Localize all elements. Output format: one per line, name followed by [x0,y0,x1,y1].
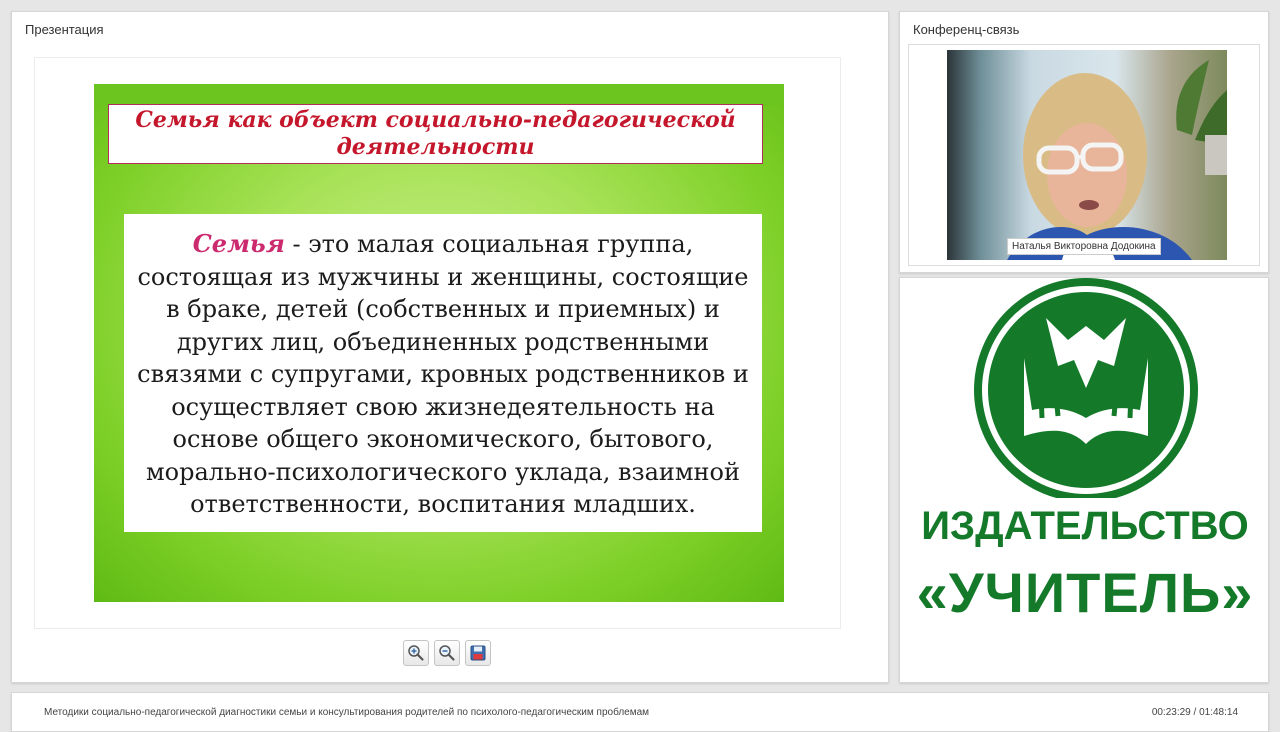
presentation-panel-title: Презентация [25,22,104,37]
participant-name-label: Наталья Викторовна Додокина [1007,238,1161,255]
publisher-logo-panel: ИЗДАТЕЛЬСТВО «УЧИТЕЛЬ» [899,277,1269,683]
conference-panel: Конференц-связь Наталья Викторовна Додок… [899,11,1269,273]
footer-bar: Методики социально-педагогической диагно… [11,692,1269,732]
slide-definition-box: Семья - это малая социальная группа, сос… [124,214,762,532]
conference-panel-title: Конференц-связь [913,22,1020,37]
save-icon [470,645,486,661]
zoom-in-icon [408,645,424,661]
playback-time: 00:23:29 / 01:48:14 [1151,707,1238,718]
slide-title: Семья как объект социально-педагогическо… [108,104,763,164]
slide-top-bar [94,84,784,106]
zoom-in-button[interactable] [403,640,429,666]
publisher-name-line1: ИЗДАТЕЛЬСТВО [921,504,1249,548]
slide-toolbar [403,640,491,666]
zoom-out-button[interactable] [434,640,460,666]
presentation-panel: Презентация Семья как объект социально-п… [11,11,889,683]
video-container: Наталья Викторовна Додокина [908,44,1260,266]
save-button[interactable] [465,640,491,666]
publisher-emblem-icon [974,278,1198,498]
slide-definition: - это малая социальная группа, состоящая… [137,230,749,518]
zoom-out-icon [439,645,455,661]
slide: Семья как объект социально-педагогическо… [94,84,784,602]
speaker-video-frame [1007,60,1227,260]
course-title: Методики социально-педагогической диагно… [44,707,650,718]
webcam-video[interactable]: Наталья Викторовна Додокина [947,50,1227,260]
slide-term: Семья [192,229,285,258]
publisher-name-line2: «УЧИТЕЛЬ» [916,561,1254,624]
